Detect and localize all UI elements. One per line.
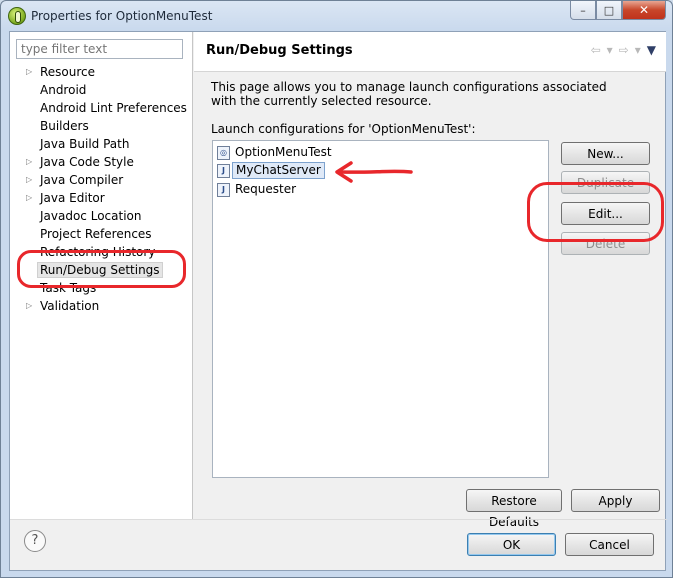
window-controls: – □ ✕ [570,1,666,21]
dialog-client-area: ▷ Resource Android Android Lint Preferenc… [9,31,667,571]
title-bar[interactable]: Properties for OptionMenuTest – □ ✕ [1,1,672,31]
restore-defaults-button[interactable]: Restore Defaults [466,489,562,529]
new-button[interactable]: New... [561,142,650,165]
eclipse-app-icon [8,7,26,25]
expand-arrow-icon[interactable]: ▷ [26,63,32,81]
list-item[interactable]: J MyChatServer [217,162,325,179]
footer-separator [10,519,667,520]
tree-item-label: Android Lint Preferences [40,101,187,115]
tree-item-builders[interactable]: Builders [40,117,89,135]
properties-dialog: Properties for OptionMenuTest – □ ✕ ▷ Res… [0,0,673,578]
help-icon[interactable]: ? [24,530,46,552]
android-app-icon: ◎ [217,145,230,160]
tree-item-label: Java Compiler [40,173,124,187]
tree-item-validation[interactable]: ▷ Validation [26,297,100,315]
tree-item-project-references[interactable]: Project References [40,225,152,243]
forward-menu-icon[interactable]: ▾ [635,43,641,57]
history-nav: ⇦ ▾ ⇨ ▾ ▼ [591,43,656,57]
annotation-arrow-icon [335,161,413,183]
forward-arrow-icon[interactable]: ⇨ [619,43,629,57]
list-item-label: MyChatServer [232,162,325,179]
tree-item-label: Resource [40,65,96,79]
tree-item-label: Project References [40,227,152,241]
tree-item-android[interactable]: Android [40,81,86,99]
page-description: This page allows you to manage launch co… [211,80,607,108]
back-menu-icon[interactable]: ▾ [607,43,613,57]
tree-item-java-build-path[interactable]: Java Build Path [40,135,129,153]
expand-arrow-icon[interactable]: ▷ [26,171,32,189]
list-item-label: OptionMenuTest [235,145,332,159]
annotation-circle-run-debug [17,250,186,288]
page-title: Run/Debug Settings [206,43,353,58]
cancel-button[interactable]: Cancel [565,533,654,556]
tree-item-label: Builders [40,119,89,133]
apply-button[interactable]: Apply [571,489,660,512]
close-button[interactable]: ✕ [622,1,666,20]
tree-item-label: Java Build Path [40,137,130,151]
list-item[interactable]: ◎ OptionMenuTest [217,144,332,161]
tree-item-resource[interactable]: ▷ Resource [26,63,96,81]
tree-item-label: Android [40,83,87,97]
tree-item-java-code-style[interactable]: ▷ Java Code Style [26,153,134,171]
tree-item-javadoc-location[interactable]: Javadoc Location [40,207,141,225]
filter-input[interactable] [16,39,183,59]
ok-button[interactable]: OK [467,533,556,556]
list-item[interactable]: J Requester [217,181,296,198]
java-app-icon: J [217,163,230,178]
tree-item-android-lint[interactable]: Android Lint Preferences [40,99,187,117]
tree-item-java-compiler[interactable]: ▷ Java Compiler [26,171,124,189]
page-header: Run/Debug Settings ⇦ ▾ ⇨ ▾ ▼ [194,32,666,72]
tree-item-label: Validation [40,299,100,313]
tree-item-java-editor[interactable]: ▷ Java Editor [26,189,105,207]
annotation-circle-edit [527,182,664,242]
expand-arrow-icon[interactable]: ▷ [26,153,32,171]
list-item-label: Requester [235,182,297,196]
launch-configurations-label: Launch configurations for 'OptionMenuTes… [211,122,476,136]
view-menu-icon[interactable]: ▼ [647,43,656,57]
tree-item-label: Javadoc Location [40,209,142,223]
tree-item-label: Java Editor [40,191,105,205]
launch-configurations-list[interactable]: ◎ OptionMenuTest J MyChatServer J Reques… [212,140,549,478]
expand-arrow-icon[interactable]: ▷ [26,189,32,207]
maximize-button[interactable]: □ [596,1,622,20]
back-arrow-icon[interactable]: ⇦ [591,43,601,57]
tree-item-label: Java Code Style [40,155,134,169]
expand-arrow-icon[interactable]: ▷ [26,297,32,315]
minimize-button[interactable]: – [570,1,596,20]
java-app-icon: J [217,182,230,197]
window-title: Properties for OptionMenuTest [31,9,213,23]
